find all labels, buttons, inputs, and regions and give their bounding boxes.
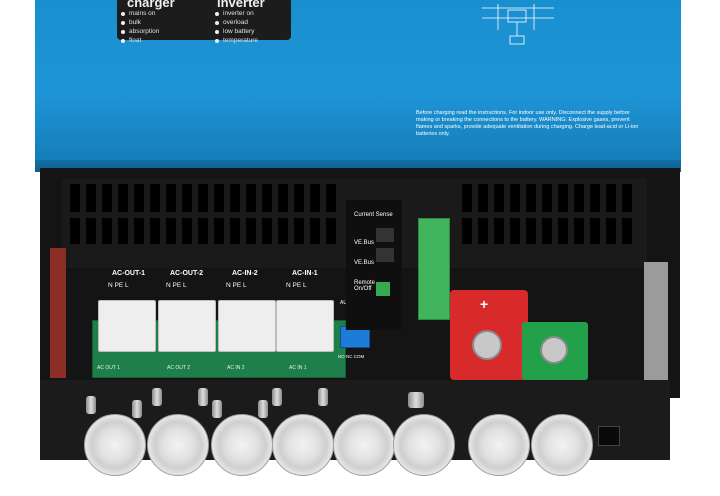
cable-gland-8 [531, 414, 593, 476]
ac-in-1-label: AC-IN-1 [292, 270, 318, 277]
warning-text: Before charging read the instructions. F… [416, 110, 639, 137]
control-panel: Current Sense VE.Bus VE.Bus Remote On/Of… [346, 200, 402, 330]
screw-3 [152, 388, 162, 406]
screw-4 [198, 388, 208, 406]
ground-screw [408, 392, 424, 408]
led-low-battery: low battery [215, 28, 254, 35]
led-inverter-on: inverter on [215, 10, 254, 17]
negative-battery-terminal[interactable] [522, 322, 588, 380]
ac-out-2-terminal[interactable] [158, 300, 216, 352]
positive-battery-terminal[interactable]: + [450, 290, 528, 380]
cable-gland-1 [84, 414, 146, 476]
ac-in-2-terminal[interactable] [218, 300, 276, 352]
pcb-label-ac-in-2: AC IN 2 [227, 365, 245, 371]
vebus-1-label: VE.Bus [354, 240, 375, 246]
pcb-label-ac-out-2: AC OUT 2 [167, 365, 190, 371]
cable-gland-4 [272, 414, 334, 476]
cable-gland-2 [147, 414, 209, 476]
inverter-title: inverter [217, 0, 265, 10]
vebus-2-label: VE.Bus [354, 260, 375, 266]
ac-out-1-pins: N PE L [108, 282, 129, 289]
power-switch[interactable] [598, 426, 620, 446]
charger-title: charger [127, 0, 175, 10]
left-side-label [50, 248, 66, 378]
ac-out-1-label: AC-OUT-1 [112, 270, 146, 277]
current-sense-label: Current Sense [354, 212, 393, 218]
ac-in-1-pins: N PE L [286, 282, 307, 289]
wiring-diagram [482, 4, 554, 45]
negative-bolt [540, 336, 568, 364]
screw-2 [132, 400, 142, 418]
positive-bolt [472, 330, 502, 360]
led-absorption: absorption [121, 28, 159, 35]
ac-in-2-label: AC-IN-2 [232, 270, 258, 277]
status-panel: charger inverter mains on bulk absorptio… [117, 0, 291, 44]
user-io-terminal[interactable] [418, 218, 450, 320]
right-side-label [644, 262, 668, 382]
relay-pins-label: NO NC COM [338, 354, 365, 359]
cable-gland-5 [333, 414, 395, 476]
led-temperature: temperature [215, 37, 258, 44]
ac-in-1-terminal[interactable] [276, 300, 334, 352]
led-mains-on: mains on [121, 10, 155, 17]
screw-6 [258, 400, 268, 418]
cable-gland-7 [468, 414, 530, 476]
screw-1 [86, 396, 96, 414]
cable-gland-3 [211, 414, 273, 476]
screw-8 [318, 388, 328, 406]
ac-in-2-pins: N PE L [226, 282, 247, 289]
vebus-port-2[interactable] [376, 248, 394, 262]
led-bulk: bulk [121, 19, 141, 26]
ac-out-1-terminal[interactable] [98, 300, 156, 352]
ac-out-2-label: AC-OUT-2 [170, 270, 204, 277]
led-float: float [121, 37, 141, 44]
pcb-label-ac-in-1: AC IN 1 [289, 365, 307, 371]
cable-gland-6 [393, 414, 455, 476]
pcb-label-ac-out-1: AC OUT 1 [97, 365, 120, 371]
remote-connector[interactable] [376, 282, 390, 296]
screw-5 [212, 400, 222, 418]
ac-out-2-pins: N PE L [166, 282, 187, 289]
vebus-port-1[interactable] [376, 228, 394, 242]
plus-icon: + [480, 296, 489, 312]
led-overload: overload [215, 19, 248, 26]
screw-7 [272, 388, 282, 406]
